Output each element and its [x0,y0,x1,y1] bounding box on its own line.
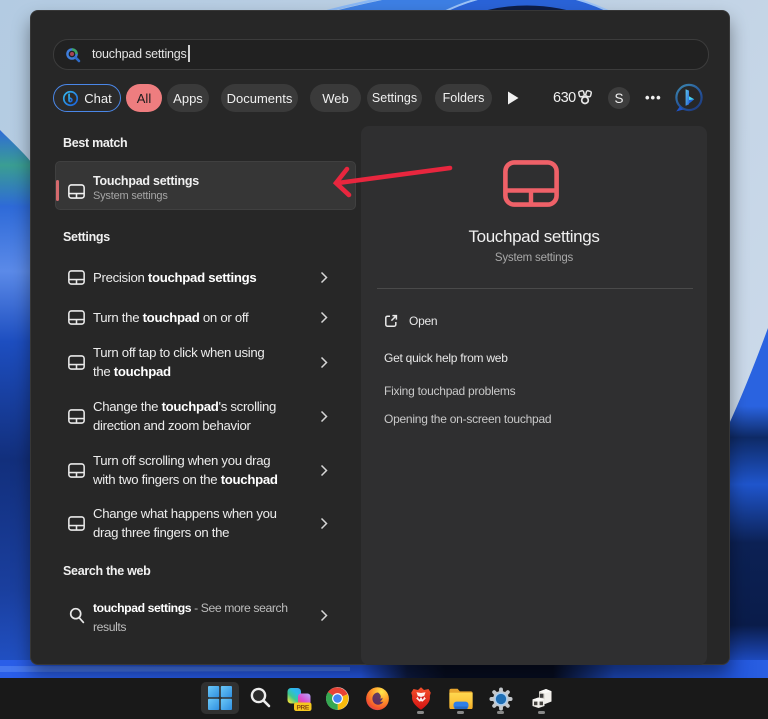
svg-text:PRE: PRE [297,704,310,711]
